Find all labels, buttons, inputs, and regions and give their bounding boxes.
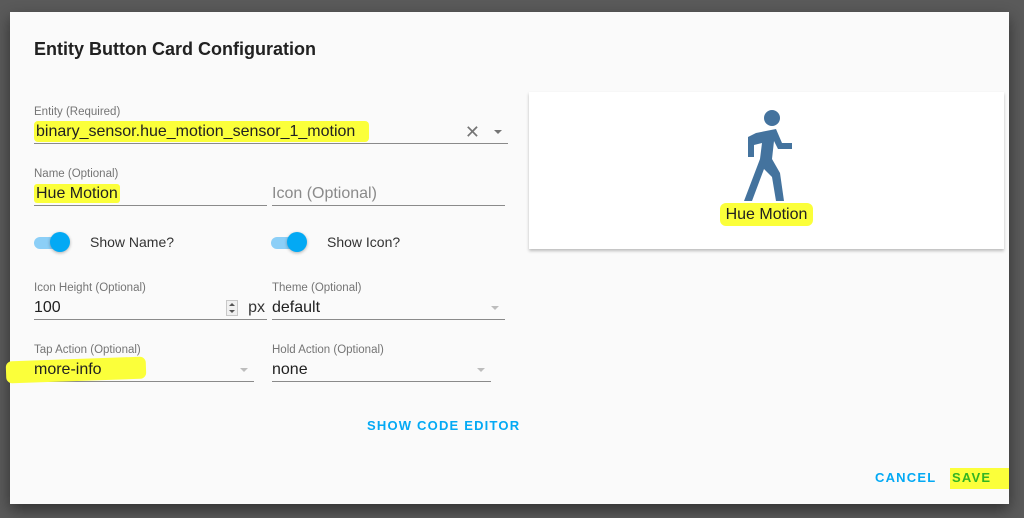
hold-action-value: none <box>272 360 308 378</box>
preview-name: Hue Motion <box>719 203 814 226</box>
hold-action-dropdown[interactable]: Hold Action (Optional) none <box>272 344 491 382</box>
show-name-toggle[interactable] <box>34 232 70 252</box>
tap-action-value: more-info <box>34 360 102 378</box>
theme-dropdown[interactable]: Theme (Optional) default <box>272 282 505 320</box>
entity-input[interactable]: binary_sensor.hue_motion_sensor_1_motion <box>34 120 465 142</box>
dialog-title: Entity Button Card Configuration <box>34 39 316 59</box>
tap-action-dropdown[interactable]: Tap Action (Optional) more-info <box>5 344 254 383</box>
tap-action-label: Tap Action (Optional) <box>34 344 141 356</box>
entity-value: binary_sensor.hue_motion_sensor_1_motion <box>34 120 370 142</box>
number-stepper[interactable] <box>226 299 239 316</box>
hold-action-label: Hold Action (Optional) <box>272 344 384 356</box>
theme-label: Theme (Optional) <box>272 282 362 294</box>
card-config-dialog: Entity Button Card Configuration Entity … <box>5 12 1010 504</box>
cancel-button[interactable]: CANCEL <box>875 470 936 485</box>
walk-icon <box>744 110 792 201</box>
show-name-label: Show Name? <box>90 234 175 250</box>
preview-card[interactable]: Hue Motion <box>529 92 1004 249</box>
entity-label: Entity (Required) <box>34 106 121 118</box>
entity-field[interactable]: Entity (Required) binary_sensor.hue_moti… <box>34 106 508 144</box>
stepper-down-icon[interactable] <box>229 309 236 313</box>
icon-height-label: Icon Height (Optional) <box>34 282 146 294</box>
name-value: Hue Motion <box>34 183 120 203</box>
icon-field[interactable]: Icon (Optional) <box>272 168 505 206</box>
save-button[interactable]: SAVE <box>950 468 1010 489</box>
show-icon-toggle[interactable] <box>271 232 307 252</box>
name-label: Name (Optional) <box>34 168 119 180</box>
caret-down-icon[interactable] <box>494 129 502 134</box>
caret-down-icon <box>477 367 485 372</box>
name-input[interactable]: Hue Motion <box>34 183 267 203</box>
icon-height-input[interactable]: 100 <box>34 299 226 317</box>
name-field[interactable]: Name (Optional) Hue Motion <box>34 168 267 206</box>
icon-input-placeholder[interactable]: Icon (Optional) <box>272 185 505 203</box>
show-icon-toggle-row: Show Icon? <box>271 232 400 252</box>
icon-height-suffix: px <box>248 298 265 316</box>
icon-height-field[interactable]: Icon Height (Optional) 100 px <box>34 282 267 320</box>
caret-down-icon <box>240 367 248 372</box>
theme-value: default <box>272 298 321 316</box>
show-icon-label: Show Icon? <box>327 234 401 250</box>
stepper-up-icon[interactable] <box>229 302 236 306</box>
close-icon[interactable]: ✕ <box>465 123 480 141</box>
show-code-editor-button[interactable]: SHOW CODE EDITOR <box>367 418 520 433</box>
show-name-toggle-row: Show Name? <box>34 232 174 252</box>
caret-down-icon <box>491 305 499 310</box>
